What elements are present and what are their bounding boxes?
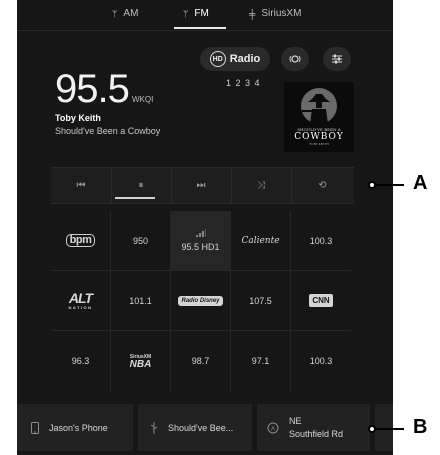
- hd-badge: HD: [209, 51, 226, 67]
- satellite-icon: ╪: [249, 8, 256, 19]
- callout-b-line: [372, 428, 404, 430]
- call-sign: WKQI: [132, 95, 154, 104]
- shuffle-icon: ⤨: [257, 180, 265, 191]
- hd-radio-button[interactable]: HD Radio: [200, 47, 270, 71]
- siriusxm-nba-logo: SiriusXM NBA: [129, 353, 152, 370]
- bpm-logo: bpm: [65, 234, 96, 247]
- preset-label: 96.3: [71, 356, 90, 366]
- tab-siriusxm[interactable]: ╪ SiriusXM: [249, 8, 301, 19]
- bottom-bar: Jason's Phone Should've Bee... A NE Sout…: [17, 404, 393, 455]
- radio-disney-logo: Radio Disney: [178, 295, 223, 306]
- tab-am[interactable]: ᛘ AM: [112, 8, 138, 19]
- previous-button[interactable]: ⏮: [51, 168, 112, 203]
- media-card[interactable]: Should've Bee...: [138, 404, 252, 451]
- preset-label: 98.7: [191, 356, 210, 366]
- phone-name: Jason's Phone: [49, 422, 108, 433]
- equalizer-icon: [332, 54, 342, 64]
- compass-icon: A: [267, 422, 279, 433]
- nav-street: Southfield Rd: [289, 428, 344, 439]
- preset-12[interactable]: SiriusXM NBA: [111, 331, 171, 391]
- usb-icon: [150, 421, 158, 434]
- tab-fm[interactable]: ᛘ FM: [183, 8, 209, 19]
- active-transport-indicator: [115, 197, 155, 199]
- next-icon: ⏭: [196, 180, 206, 191]
- caliente-logo: Caliente: [241, 235, 280, 246]
- hd-radio-label: Radio: [229, 53, 261, 65]
- next-button[interactable]: ⏭: [171, 168, 232, 203]
- preset-label: 101.1: [129, 295, 152, 306]
- alt-nation-logo-small: NATION: [68, 304, 93, 310]
- presets-grid: bpm 950 95.5 HD1 Caliente 100.3 ALT NATI…: [51, 211, 351, 391]
- preset-1[interactable]: bpm: [51, 211, 111, 271]
- shuffle-button[interactable]: ⤨: [231, 168, 292, 203]
- song-title: Should've Been a Cowboy: [55, 126, 161, 136]
- source-tabs: ᛘ AM ᛘ FM ╪ SiriusXM: [17, 0, 393, 31]
- preset-label: 97.1: [251, 356, 270, 366]
- preset-6[interactable]: ALT NATION: [51, 271, 111, 331]
- album-art-title: COWBOY: [294, 132, 344, 142]
- cnn-logo: CNN: [309, 294, 333, 307]
- album-art-artist: TOBY KEITH: [309, 142, 329, 146]
- preset-3-selected[interactable]: 95.5 HD1: [171, 211, 231, 271]
- scan-button[interactable]: [281, 47, 309, 71]
- phone-card[interactable]: Jason's Phone: [17, 404, 133, 451]
- preset-11[interactable]: 96.3: [51, 331, 111, 391]
- callout-a-dot: [368, 181, 376, 189]
- preset-13[interactable]: 98.7: [171, 331, 231, 391]
- pause-icon: ⏸: [138, 180, 144, 191]
- preset-8[interactable]: Radio Disney: [171, 271, 231, 331]
- antenna-icon: ᛘ: [112, 8, 118, 19]
- preset-label: 100.3: [309, 356, 333, 366]
- tab-label: FM: [194, 8, 209, 19]
- navigation-card[interactable]: A NE Southfield Rd: [257, 404, 370, 451]
- settings-button[interactable]: [323, 47, 351, 71]
- preset-15[interactable]: 100.3: [291, 331, 351, 391]
- siriusxm-nba-logo-bottom: NBA: [129, 359, 152, 370]
- preset-10[interactable]: CNN: [291, 271, 351, 331]
- nav-direction: NE: [289, 415, 302, 426]
- svg-text:A: A: [271, 426, 275, 432]
- preset-label: 107.5: [249, 295, 272, 306]
- callout-b-label: B: [413, 416, 428, 438]
- album-art: SHOULD'VE BEEN A COWBOY TOBY KEITH: [284, 82, 354, 152]
- preset-label: 95.5 HD1: [181, 242, 220, 252]
- transport-controls: ⏮ ⏸ ⏭ ⤨ ⟲: [51, 167, 354, 204]
- alt-nation-logo: ALT NATION: [68, 289, 93, 310]
- hd-subchannels[interactable]: 1 2 3 4: [226, 78, 261, 88]
- tab-label: SiriusXM: [261, 8, 302, 19]
- callout-a-line: [372, 184, 404, 186]
- station-frequency: 95.5: [55, 67, 130, 111]
- alt-nation-logo-big: ALT: [68, 289, 93, 306]
- previous-icon: ⏮: [76, 180, 86, 191]
- radio-screen: ᛘ AM ᛘ FM ╪ SiriusXM HD Radio 1 2 3 4 95…: [17, 0, 393, 455]
- repeat-icon: ⟲: [318, 180, 327, 191]
- phone-icon: [31, 421, 39, 434]
- repeat-button[interactable]: ⟲: [291, 168, 354, 203]
- artist-name: Toby Keith: [55, 113, 101, 123]
- preset-2[interactable]: 950: [111, 211, 171, 271]
- tab-label: AM: [123, 8, 139, 19]
- callout-b-dot: [368, 425, 376, 433]
- signal-strength-icon: [195, 229, 206, 237]
- media-title: Should've Bee...: [168, 422, 234, 433]
- callout-a-label: A: [413, 172, 428, 194]
- preset-7[interactable]: 101.1: [111, 271, 171, 331]
- preset-14[interactable]: 97.1: [231, 331, 291, 391]
- antenna-icon: ᛘ: [183, 8, 189, 19]
- preset-5[interactable]: 100.3: [291, 211, 351, 271]
- active-tab-indicator: [174, 27, 226, 29]
- preset-9[interactable]: 107.5: [231, 271, 291, 331]
- scan-icon: [289, 55, 301, 63]
- preset-label: 100.3: [309, 235, 333, 246]
- preset-label: 950: [132, 235, 149, 246]
- preset-4[interactable]: Caliente: [231, 211, 291, 271]
